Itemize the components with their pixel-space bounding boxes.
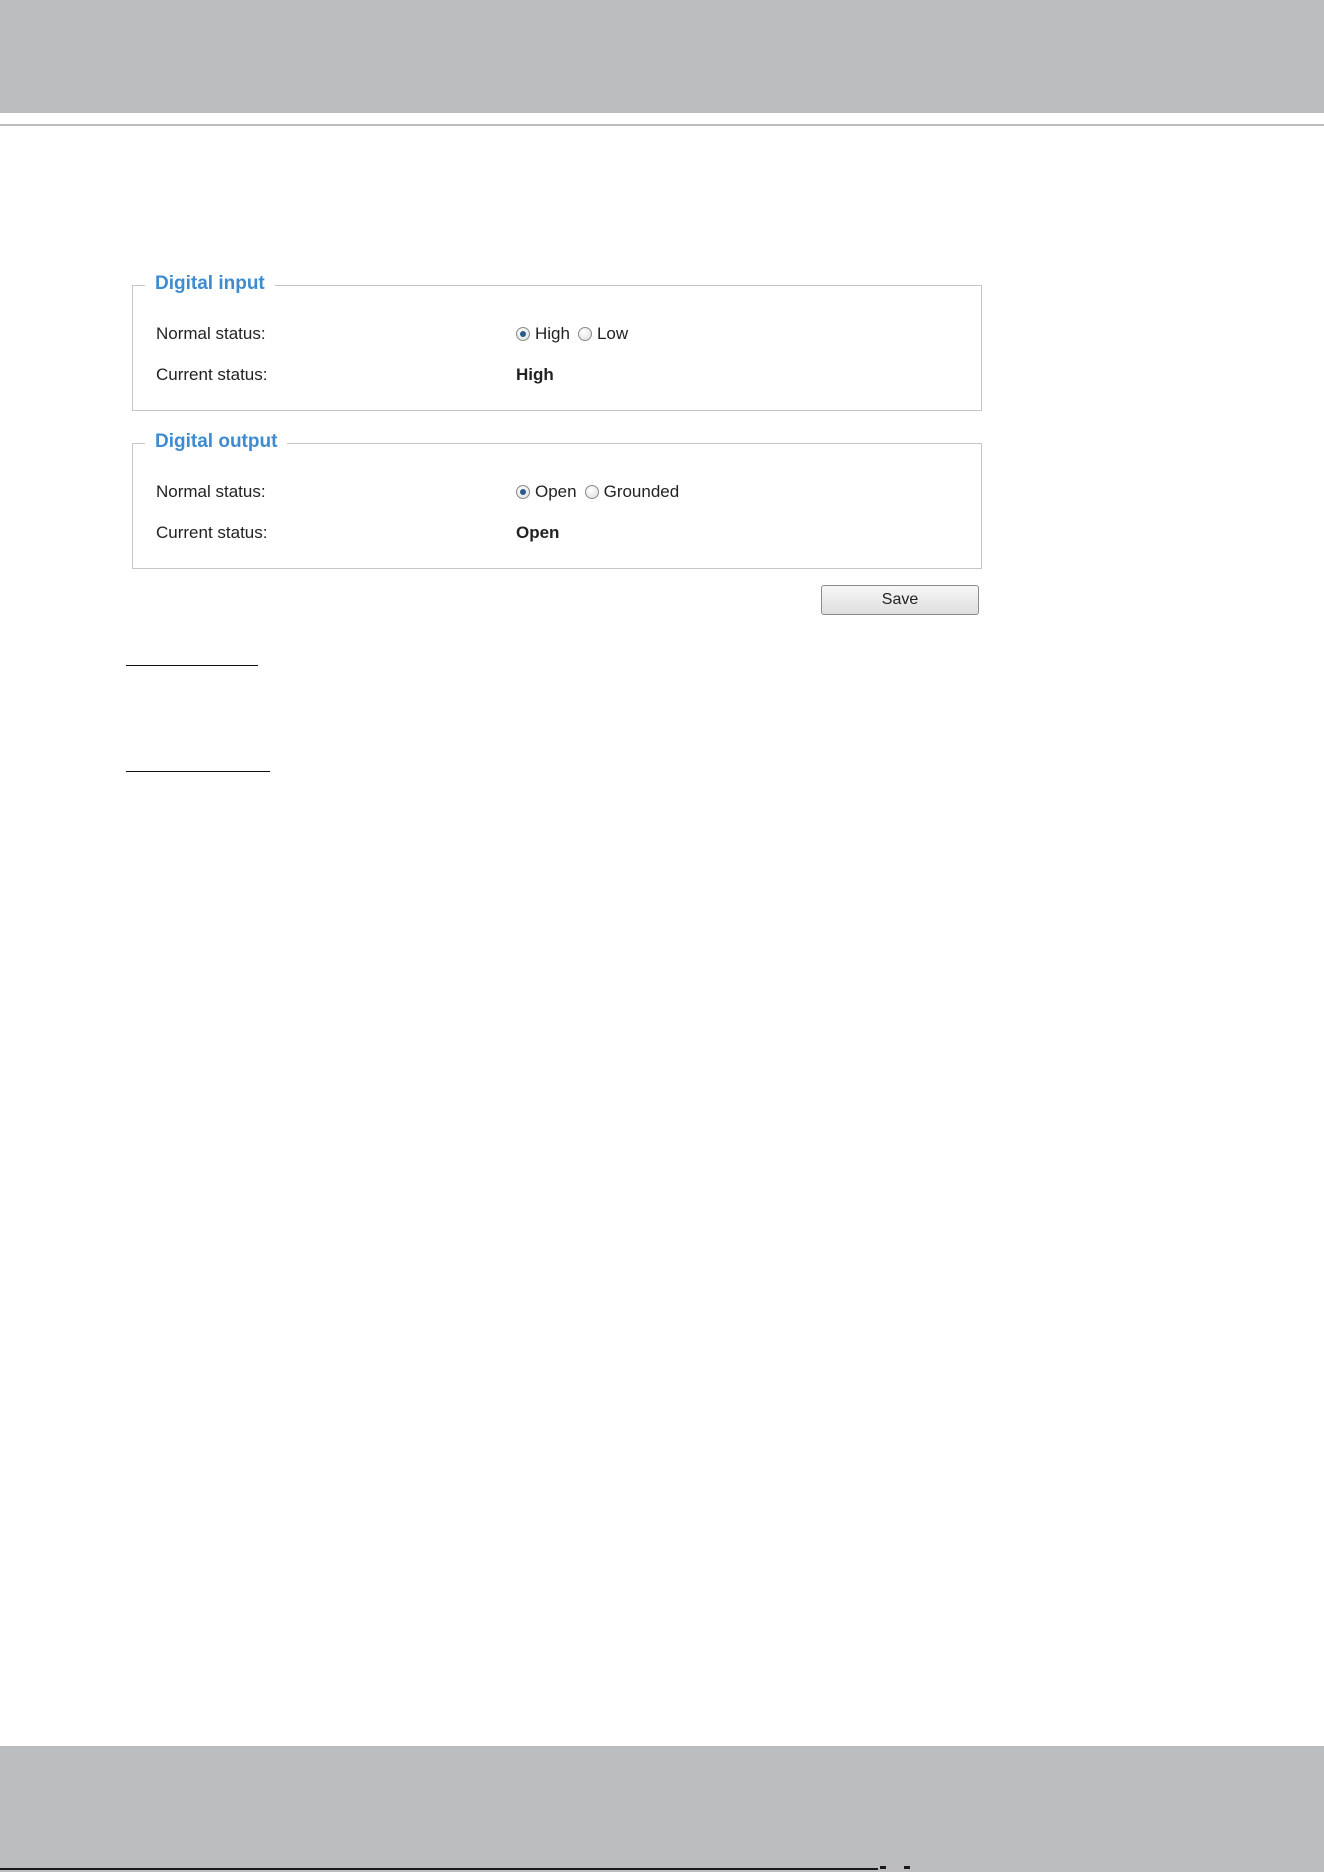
- normal-status-label: Normal status:: [156, 324, 266, 343]
- radio-option-grounded[interactable]: Grounded: [584, 481, 680, 503]
- digital-input-panel: Digital input Normal status: High Low Cu…: [132, 269, 982, 411]
- normal-status-options: High Low: [516, 323, 636, 345]
- radio-option-open[interactable]: Open: [516, 481, 577, 503]
- radio-grounded-button[interactable]: [584, 485, 599, 499]
- heading-underline: [126, 665, 258, 666]
- digital-input-title: Digital input: [145, 269, 275, 299]
- radio-option-low[interactable]: Low: [577, 323, 628, 345]
- radio-low-label[interactable]: Low: [597, 323, 628, 345]
- radio-open-label[interactable]: Open: [535, 481, 577, 503]
- normal-status-label: Normal status:: [156, 482, 266, 501]
- current-status-value: Open: [516, 523, 560, 542]
- current-status-label: Current status:: [156, 365, 268, 384]
- digital-output-panel: Digital output Normal status: Open Groun…: [132, 427, 982, 569]
- header-divider: [0, 124, 1324, 126]
- radio-open-button[interactable]: [516, 485, 530, 499]
- current-status-value: High: [516, 365, 554, 384]
- radio-low-button[interactable]: [577, 327, 592, 341]
- save-button[interactable]: Save: [821, 585, 979, 615]
- normal-status-options: Open Grounded: [516, 481, 687, 503]
- current-status-label: Current status:: [156, 523, 268, 542]
- footer-marker: [880, 1866, 920, 1869]
- heading-underline: [126, 771, 270, 772]
- header-band: [0, 0, 1324, 113]
- radio-high-button[interactable]: [516, 327, 530, 341]
- digital-output-title: Digital output: [145, 427, 288, 457]
- radio-option-high[interactable]: High: [516, 323, 570, 345]
- footer-rule: [0, 1868, 878, 1870]
- radio-grounded-label[interactable]: Grounded: [604, 481, 680, 503]
- radio-high-label[interactable]: High: [535, 323, 570, 345]
- footer-band: [0, 1746, 1324, 1872]
